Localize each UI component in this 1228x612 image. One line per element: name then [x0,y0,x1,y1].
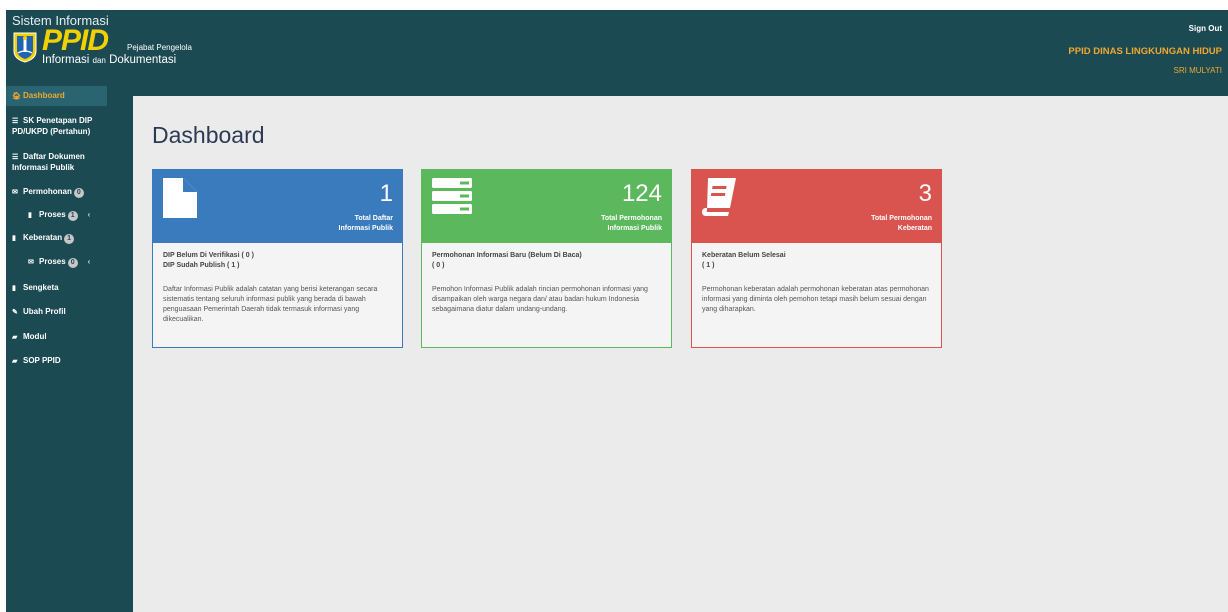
logo-dan-word: dan [92,56,106,65]
sidebar-item-label: Proses [39,210,66,219]
list-icon: ☰ [12,118,19,125]
sidebar-item-label: Daftar Dokumen [23,152,85,161]
card-stat-2: ( 0 ) [432,262,445,269]
sidebar-item-dashboard[interactable]: 🏠︎ Dashboard [6,86,107,106]
envelope-icon: ✉ [12,189,18,196]
count-badge: 1 [67,211,78,221]
card-label: Total Permohonan Informasi Publik [601,214,662,234]
sidebar-item-sengketa[interactable]: ▮ Sengketa [6,283,133,294]
sidebar-item-sop-ppid[interactable]: ▰ SOP PPID [6,356,133,367]
card-description: Daftar Informasi Publik adalah catatan y… [163,286,378,323]
card-label: Total Daftar Informasi Publik [339,214,393,234]
book-icon: ▰ [12,334,18,341]
card-stat-2: DIP Sudah Publish ( 1 ) [163,262,240,269]
edit-icon: ✎ [12,309,18,316]
card-stat-1: Permohonan Informasi Baru (Belum Di Baca… [432,252,582,259]
logo-pejabat: Pejabat Pengelola [127,43,192,52]
sidebar-item-label-2: Informasi Publik [12,163,75,172]
card-label: Total Permohonan Keberatan [871,214,932,234]
sidebar-item-label: Keberatan [23,233,63,242]
card-label-line-2: Informasi Publik [338,225,393,232]
card-description: Permohonan keberatan adalah permohonan k… [702,286,929,313]
sidebar-item-label: Ubah Profil [23,307,66,316]
sidebar-item-label: Modul [23,332,47,341]
document-icon [163,178,197,218]
user-name: SRI MULYATI [1173,66,1222,75]
sidebar-item-label: SOP PPID [23,356,61,365]
sidebar-item-keberatan[interactable]: ▮ Keberatan 1 [6,233,133,244]
sidebar-item-sk-penetapan[interactable]: ☰ SK Penetapan DIP PD/UKPD (Pertahun) [6,116,133,137]
count-badge: 1 [64,234,75,244]
sidebar-item-label-2: PD/UKPD (Pertahun) [12,127,91,136]
sign-out-link[interactable]: Sign Out [1189,24,1222,33]
count-badge: 0 [67,258,78,268]
server-icon [432,178,472,214]
card-stat-1: Keberatan Belum Selesai [702,252,786,259]
card-stat-1: DIP Belum Di Verifikasi ( 0 ) [163,252,254,259]
logo-brand: PPID [42,24,109,57]
top-header: Sistem Informasi PPID Pejabat Pengelola … [6,10,1228,96]
card-body: Keberatan Belum Selesai ( 1 ) Permohonan… [702,251,934,315]
card-permohonan-informasi[interactable]: 124 Total Permohonan Informasi Publik Pe… [421,169,672,348]
sidebar-item-label: Sengketa [23,283,59,292]
ppid-logo[interactable]: Sistem Informasi PPID Pejabat Pengelola … [12,13,212,73]
sidebar-item-proses-permohonan[interactable]: ▮ Proses 1 ‹ [6,210,133,221]
file-icon: ▮ [12,235,16,242]
card-header: 124 Total Permohonan Informasi Publik [422,170,671,243]
card-count: 124 [621,180,662,207]
home-icon: 🏠︎ [12,93,21,100]
card-count: 1 [379,180,393,207]
card-permohonan-keberatan[interactable]: 3 Total Permohonan Keberatan Keberatan B… [691,169,942,348]
card-label-line-1: Total Permohonan [871,215,932,222]
logo-info-line: Informasi dan Dokumentasi [42,54,176,66]
sidebar-item-label: Dashboard [23,91,65,100]
sidebar-item-label: SK Penetapan DIP [23,116,93,125]
card-count: 3 [918,180,932,207]
card-stat-2: ( 1 ) [702,262,715,269]
card-label-line-1: Total Daftar [354,215,393,222]
file-icon: ▮ [12,285,16,292]
chevron-left-icon: ‹ [87,210,91,219]
card-daftar-informasi[interactable]: 1 Total Daftar Informasi Publik DIP Belu… [152,169,403,348]
list-icon: ☰ [12,154,19,161]
sidebar-item-ubah-profil[interactable]: ✎ Ubah Profil [6,307,133,318]
org-name: PPID DINAS LINGKUNGAN HIDUP [1068,46,1222,57]
card-label-line-2: Keberatan [897,225,932,232]
book-icon [702,178,736,216]
logo-info-word: Informasi [42,54,90,66]
card-body: DIP Belum Di Verifikasi ( 0 ) DIP Sudah … [163,251,395,325]
sidebar-item-proses-keberatan[interactable]: ✉ Proses 0 ‹ [6,257,133,268]
card-description: Pemohon Informasi Publik adalah rincian … [432,286,648,313]
envelope-icon: ✉ [28,259,34,266]
card-header: 3 Total Permohonan Keberatan [692,170,941,243]
card-label-line-2: Informasi Publik [607,225,662,232]
sidebar-item-label: Permohonan [23,187,72,196]
sidebar: 🏠︎ Dashboard ☰ SK Penetapan DIP PD/UKPD (P… [6,86,133,612]
count-badge: 0 [73,188,84,198]
jakarta-seal-icon [13,32,37,63]
chevron-left-icon: ‹ [87,257,91,266]
card-header: 1 Total Daftar Informasi Publik [153,170,402,243]
page-title: Dashboard [152,122,265,148]
sidebar-item-modul[interactable]: ▰ Modul [6,332,133,343]
sidebar-item-permohonan[interactable]: ✉ Permohonan 0 [6,187,133,198]
app-frame: Sistem Informasi PPID Pejabat Pengelola … [6,10,1228,612]
card-body: Permohonan Informasi Baru (Belum Di Baca… [432,251,664,315]
sidebar-item-daftar-dokumen[interactable]: ☰ Daftar Dokumen Informasi Publik [6,152,133,173]
card-label-line-1: Total Permohonan [601,215,662,222]
logo-dok-word: Dokumentasi [109,54,177,66]
book-icon: ▰ [12,358,18,365]
sidebar-item-label: Proses [39,257,66,266]
file-icon: ▮ [28,212,32,219]
